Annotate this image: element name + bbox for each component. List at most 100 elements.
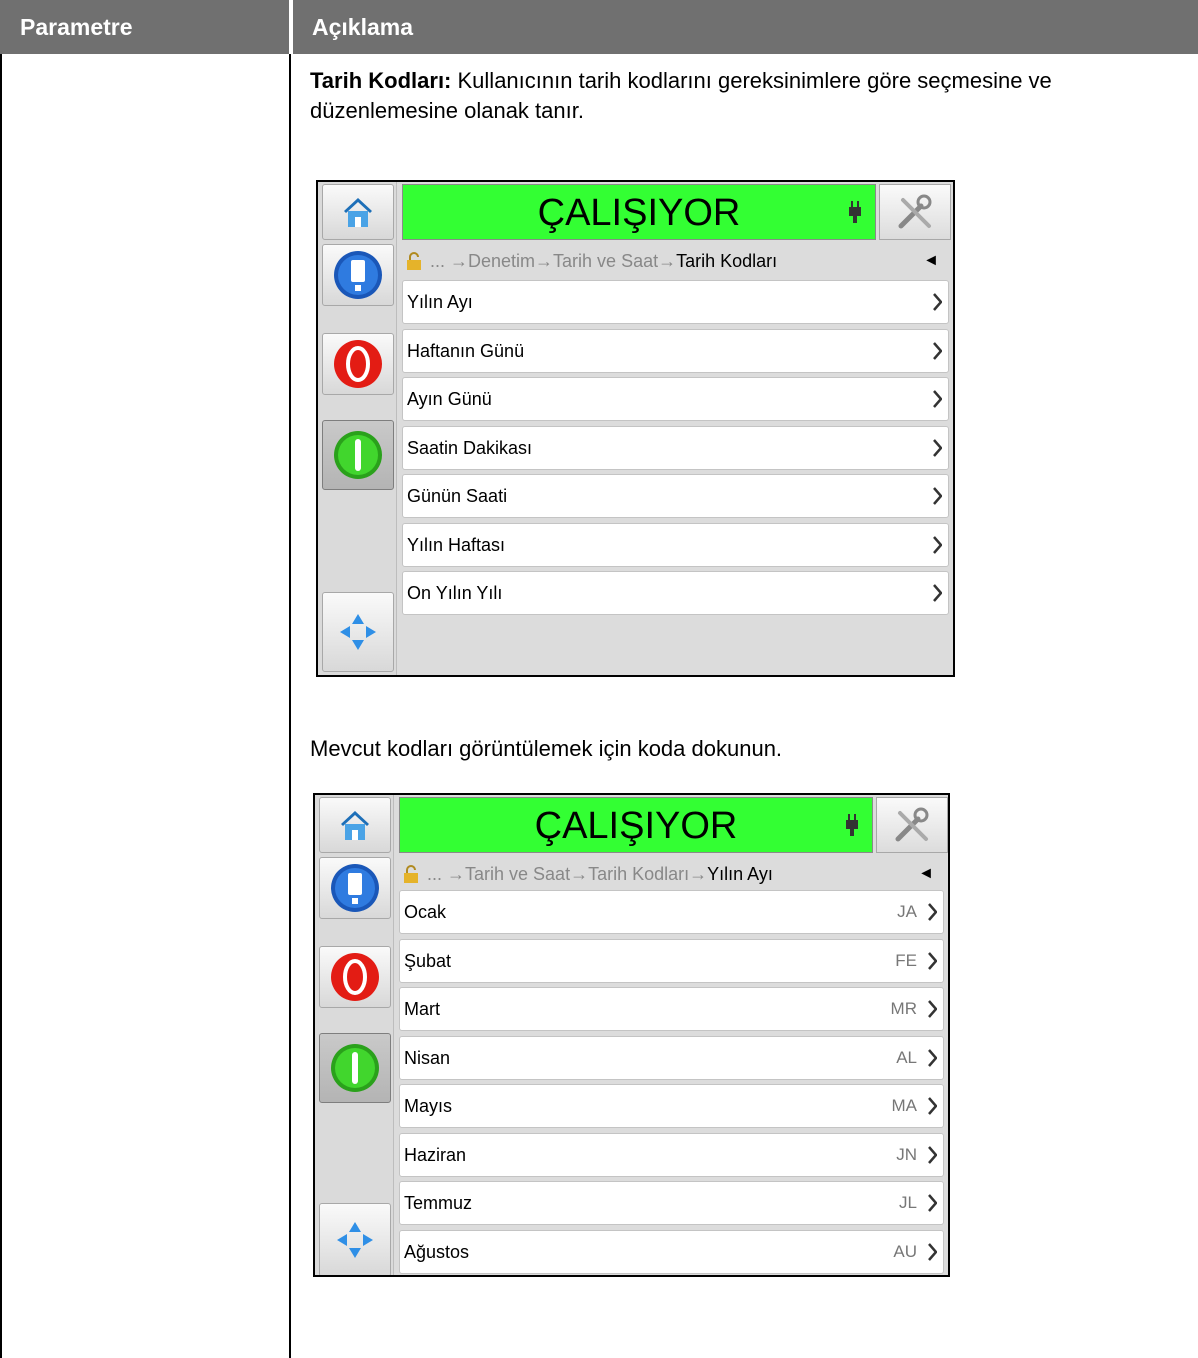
list-item[interactable]: Haziran JN	[399, 1132, 944, 1177]
month-label: Ağustos	[404, 1241, 470, 1262]
back-arrow[interactable]: ◄	[918, 857, 934, 891]
menu-list: Yılın Ayı Haftanın Günü Ayın Günü Saatin…	[402, 280, 949, 620]
chevron-right-icon	[933, 341, 942, 360]
navigate-icon	[337, 1222, 373, 1258]
stop-icon	[331, 953, 379, 1001]
navigate-button[interactable]	[319, 1203, 391, 1275]
lock-icon	[404, 865, 418, 883]
chevron-right-icon	[928, 1097, 937, 1115]
start-button[interactable]	[322, 420, 394, 490]
month-label: Mart	[404, 999, 440, 1019]
breadcrumb-prefix: ...	[430, 251, 451, 271]
month-label: Şubat	[404, 950, 452, 971]
intro-paragraph: Tarih Kodları: Kullanıcının tarih kodlar…	[310, 66, 1180, 126]
stop-button[interactable]	[319, 946, 391, 1008]
plug-icon	[849, 201, 861, 223]
breadcrumb: ... →Tarih ve Saat→Tarih Kodları→Yılın A…	[399, 857, 944, 891]
month-code: MR	[890, 999, 917, 1018]
month-label: Mayıs	[404, 1096, 453, 1116]
status-text: ÇALIŞIYOR	[537, 192, 741, 234]
month-code: JN	[896, 1144, 917, 1164]
plug-icon	[846, 814, 858, 836]
month-code-list: Ocak JA Şubat FE Mart MR Nisan AL Mayıs MA Ha…	[399, 890, 944, 1275]
info-icon	[334, 251, 382, 299]
list-item[interactable]: Saatin Dakikası	[402, 425, 949, 470]
chevron-right-icon	[928, 1145, 937, 1164]
header-description: Açıklama	[291, 0, 1198, 54]
month-code: JA	[897, 902, 917, 921]
list-item[interactable]: Yılın Haftası	[402, 522, 949, 567]
chevron-right-icon	[933, 584, 942, 602]
status-bar[interactable]: ÇALIŞIYOR	[399, 797, 873, 853]
home-button[interactable]	[322, 184, 394, 240]
tools-icon	[895, 807, 929, 842]
tools-icon	[898, 194, 932, 229]
home-icon	[344, 198, 372, 227]
header-parameter: Parametre	[0, 0, 289, 54]
status-bar[interactable]: ÇALIŞIYOR	[402, 184, 876, 240]
info-button[interactable]	[322, 244, 394, 306]
navigate-icon	[340, 614, 376, 650]
info-button[interactable]	[319, 857, 391, 919]
list-item-label: Ayın Günü	[407, 389, 492, 409]
navigate-button[interactable]	[322, 592, 394, 672]
list-item[interactable]: Günün Saati	[402, 474, 949, 518]
parameter-table: Parametre Açıklama Tarih Kodları: Kullan…	[0, 0, 1198, 1358]
home-icon	[341, 811, 369, 840]
month-label: Haziran	[404, 1144, 467, 1165]
column-divider	[289, 54, 291, 1358]
breadcrumb-current: Yılın Ayı	[707, 864, 773, 884]
list-item[interactable]: On Yılın Yılı	[402, 571, 949, 615]
month-label: Nisan	[404, 1047, 451, 1068]
chevron-right-icon	[933, 487, 942, 505]
list-item-label: Saatin Dakikası	[407, 437, 533, 458]
chevron-right-icon	[933, 535, 942, 554]
month-code: AU	[893, 1241, 917, 1261]
chevron-right-icon	[933, 390, 942, 408]
list-item[interactable]: Ocak JA	[399, 890, 944, 934]
list-item[interactable]: Haftanın Günü	[402, 328, 949, 373]
breadcrumb-current: Tarih Kodları	[676, 251, 778, 271]
month-label: Ocak	[404, 902, 447, 922]
chevron-right-icon	[928, 1000, 937, 1018]
chevron-right-icon	[928, 951, 937, 970]
list-item[interactable]: Mart MR	[399, 987, 944, 1031]
list-item[interactable]: Nisan AL	[399, 1035, 944, 1080]
list-item-label: On Yılın Yılı	[407, 583, 503, 603]
list-item[interactable]: Şubat FE	[399, 938, 944, 983]
start-button[interactable]	[319, 1033, 391, 1103]
device-screen-date-codes: ÇALIŞIYOR ... →Denetim→Tarih ve Saat→Tar…	[316, 180, 955, 677]
back-arrow[interactable]: ◄	[923, 244, 939, 278]
month-code: MA	[891, 1096, 918, 1115]
list-item[interactable]: Yılın Ayı	[402, 280, 949, 324]
tools-button[interactable]	[879, 184, 951, 240]
left-border	[0, 54, 2, 1358]
stop-button[interactable]	[322, 333, 394, 395]
list-item[interactable]: Ayın Günü	[402, 377, 949, 421]
breadcrumb: ... →Denetim→Tarih ve Saat→Tarih Kodları…	[402, 244, 949, 278]
device-screen-month-of-year: ÇALIŞIYOR ... →Tarih ve Saat→Tarih Kodla…	[313, 793, 950, 1277]
chevron-right-icon	[933, 293, 942, 311]
instruction-paragraph: Mevcut kodları görüntülemek için koda do…	[310, 736, 783, 761]
breadcrumb-path[interactable]: →Denetim→Tarih ve Saat→	[450, 251, 676, 271]
start-icon	[334, 431, 382, 479]
breadcrumb-path[interactable]: →Tarih ve Saat→Tarih Kodları→	[447, 864, 707, 884]
month-code: FE	[895, 950, 917, 970]
list-item[interactable]: Ağustos AU	[399, 1229, 944, 1274]
chevron-right-icon	[933, 438, 942, 457]
intro-term: Tarih Kodları:	[310, 68, 452, 93]
list-item[interactable]: Mayıs MA	[399, 1084, 944, 1128]
home-button[interactable]	[319, 797, 391, 853]
breadcrumb-prefix: ...	[427, 864, 448, 884]
tools-button[interactable]	[876, 797, 948, 853]
start-icon	[331, 1044, 379, 1092]
month-label: Temmuz	[404, 1193, 473, 1213]
list-item-label: Yılın Ayı	[407, 292, 473, 312]
chevron-right-icon	[928, 1048, 937, 1067]
sidebar	[318, 182, 397, 675]
chevron-right-icon	[928, 1194, 937, 1212]
list-item[interactable]: Temmuz JL	[399, 1181, 944, 1225]
sidebar	[315, 795, 394, 1275]
chevron-right-icon	[928, 903, 937, 921]
month-code: AL	[896, 1047, 917, 1067]
